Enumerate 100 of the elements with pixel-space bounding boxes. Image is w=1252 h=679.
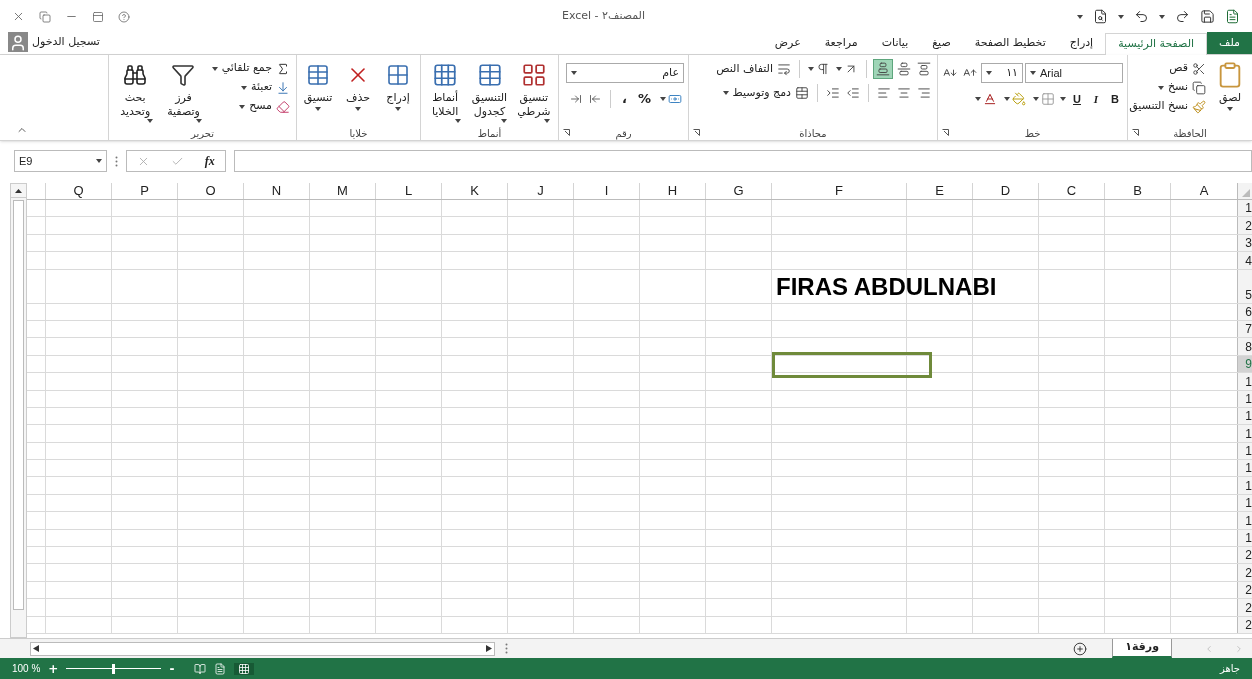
window-title: المصنف٢ - Excel xyxy=(561,8,645,25)
underline-button[interactable]: U xyxy=(1069,90,1085,108)
column-header[interactable]: D xyxy=(972,183,1038,199)
ribbon-tab[interactable]: الصفحة الرئيسية xyxy=(1105,33,1208,55)
zoom-in-button[interactable]: + xyxy=(48,659,59,678)
save-icon xyxy=(1200,9,1215,24)
align-center-icon xyxy=(897,86,911,100)
sheet-tab[interactable]: ورقة١ xyxy=(1112,639,1172,658)
group-label: محاذاة xyxy=(799,126,827,141)
column-header[interactable]: L xyxy=(375,183,441,199)
column-header[interactable]: B xyxy=(1104,183,1170,199)
column-header[interactable]: J xyxy=(507,183,573,199)
column-header[interactable]: O xyxy=(177,183,243,199)
styles-button[interactable]: التنسيق كجدول xyxy=(469,59,510,123)
column-header[interactable]: P xyxy=(111,183,177,199)
zoom-slider-thumb[interactable] xyxy=(112,663,116,674)
caret-icon xyxy=(355,107,361,111)
row-header[interactable]: 1 xyxy=(1237,512,1252,529)
font-name-field[interactable]: Arial xyxy=(1025,63,1123,83)
ribbon-tab[interactable]: تخطيط الصفحة xyxy=(962,32,1058,54)
wrap-text-button[interactable]: التفاف النص xyxy=(714,59,793,79)
column-header[interactable]: A xyxy=(1170,183,1237,199)
column-header[interactable]: Q xyxy=(45,183,111,199)
caret-icon xyxy=(96,159,102,163)
sign-in-button[interactable]: تسجيل الدخول xyxy=(0,32,100,52)
vertical-align-button[interactable] xyxy=(873,59,893,79)
row-header[interactable]: 2 xyxy=(1237,599,1252,616)
row-header[interactable]: 1 xyxy=(1237,460,1252,477)
cells-button[interactable]: حذف xyxy=(340,59,376,111)
file-tab[interactable]: ملف xyxy=(1207,32,1252,54)
clear-button[interactable]: مسح xyxy=(209,97,292,116)
caret-icon xyxy=(1118,14,1124,19)
row-header[interactable]: 8 xyxy=(1237,338,1252,355)
column-header[interactable]: I xyxy=(573,183,639,199)
row-header[interactable]: 5 xyxy=(1237,269,1252,303)
caret-icon xyxy=(315,107,321,111)
app-logo-icon xyxy=(1225,9,1240,24)
scrollbar-thumb[interactable] xyxy=(13,200,24,610)
fill-down-icon xyxy=(276,80,290,95)
row-header[interactable]: 1 xyxy=(1237,373,1252,390)
cut-button[interactable]: قص xyxy=(1127,59,1208,78)
zoom-out-button[interactable]: - xyxy=(169,659,175,678)
column-header[interactable]: G xyxy=(705,183,771,199)
font-size-field[interactable]: ١١ xyxy=(981,63,1023,83)
italic-button[interactable]: I xyxy=(1088,90,1104,108)
copy-icon xyxy=(1192,80,1206,95)
caret-icon xyxy=(195,119,202,123)
column-header[interactable]: N xyxy=(243,183,309,199)
autosum-button[interactable]: جمع تلقائي xyxy=(209,59,292,78)
ribbon-tab[interactable]: إدراج xyxy=(1057,32,1106,54)
row-header[interactable]: 1 xyxy=(1237,477,1252,494)
horizontal-scrollbar[interactable] xyxy=(30,641,495,656)
copy-button[interactable]: نسخ xyxy=(1127,78,1208,97)
selected-cell[interactable] xyxy=(772,351,932,378)
insert-function-button[interactable]: fx xyxy=(204,152,215,170)
column-header[interactable]: H xyxy=(639,183,705,199)
cells-button[interactable]: تنسيق xyxy=(300,59,336,111)
ribbon-tab[interactable]: صيغ xyxy=(920,32,963,54)
ribbon-tab[interactable]: عرض xyxy=(762,32,813,54)
row-header[interactable]: 2 xyxy=(1237,217,1252,234)
column-header[interactable]: E xyxy=(906,183,972,199)
styles-button[interactable]: تنسيق شرطي xyxy=(513,59,554,123)
print-preview-icon xyxy=(1093,9,1108,24)
help-icon xyxy=(118,10,130,23)
find-select-button[interactable]: بحث وتحديد xyxy=(113,59,158,123)
zoom-level[interactable]: 100 % xyxy=(12,661,41,676)
number-format-dropdown[interactable]: عام xyxy=(566,63,684,83)
sort-filter-button[interactable]: فرز وتصفية xyxy=(161,59,206,123)
column-header[interactable]: F xyxy=(771,183,906,199)
format-painter-button[interactable]: نسخ التنسيق xyxy=(1127,97,1208,116)
merge-center-button[interactable]: دمج وتوسيط xyxy=(720,83,811,103)
scissors-icon xyxy=(1192,61,1206,76)
cells-button[interactable]: إدراج xyxy=(380,59,416,111)
redo-icon xyxy=(1175,9,1190,24)
align-left-icon xyxy=(877,86,891,100)
row-header[interactable]: 1 xyxy=(1237,200,1252,217)
caret-icon xyxy=(1227,107,1233,111)
merge-cells-icon xyxy=(795,86,809,100)
row-header[interactable]: 2 xyxy=(1237,547,1252,564)
bold-button[interactable]: B xyxy=(1107,90,1123,108)
caret-icon xyxy=(211,66,218,71)
styles-button[interactable]: أنماط الخلايا xyxy=(425,59,466,123)
percent-button[interactable]: % xyxy=(633,89,655,109)
formula-input[interactable] xyxy=(234,150,1252,172)
decimal-arrow-icon xyxy=(570,93,582,105)
comma-style-button[interactable]: ، xyxy=(618,89,631,109)
next-sheet-icon xyxy=(1234,643,1244,654)
ribbon-tab[interactable]: بيانات xyxy=(869,32,921,54)
ribbon-tab[interactable]: مراجعة xyxy=(812,32,870,54)
column-header[interactable]: K xyxy=(441,183,507,199)
column-header[interactable]: C xyxy=(1038,183,1104,199)
caret-icon xyxy=(395,107,401,111)
name-box[interactable]: E9 xyxy=(14,150,107,172)
row-header[interactable]: 2 xyxy=(1237,564,1252,581)
paste-button[interactable]: لصق xyxy=(1212,59,1248,111)
fill-button[interactable]: تعبئة xyxy=(209,78,292,97)
row-header[interactable]: 1 xyxy=(1237,425,1252,442)
row-header[interactable]: 4 xyxy=(1237,252,1252,269)
column-header[interactable]: M xyxy=(309,183,375,199)
sigma-icon xyxy=(276,61,290,76)
